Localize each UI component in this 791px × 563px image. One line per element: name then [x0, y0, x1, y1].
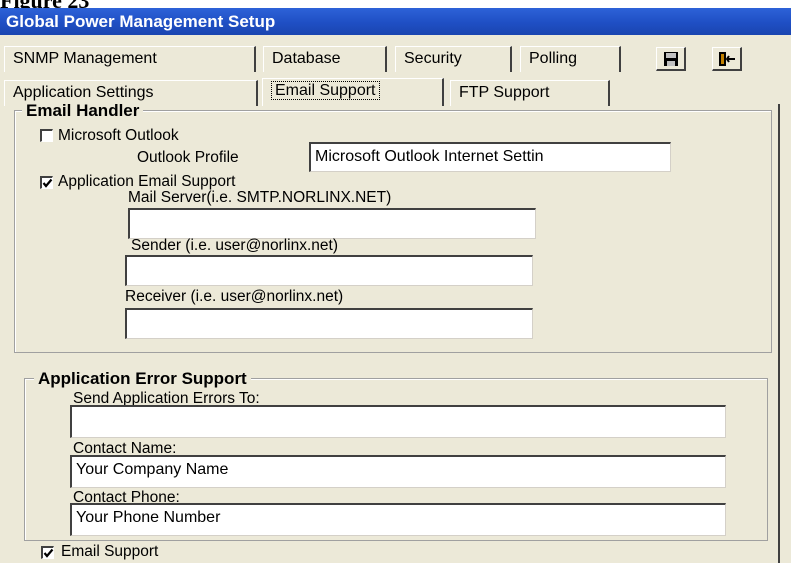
tab-email-support[interactable]: Email Support: [262, 78, 444, 106]
save-icon: [664, 52, 678, 66]
contact-name-field[interactable]: Your Company Name: [70, 455, 726, 488]
email-support-label: Email Support: [61, 543, 159, 560]
outlook-label: Microsoft Outlook: [58, 127, 179, 144]
checkmark-icon: [43, 548, 54, 558]
receiver-label: Receiver (i.e. user@norlinx.net): [125, 288, 344, 305]
app-email-checkbox[interactable]: [40, 176, 53, 189]
panel-edge: [778, 104, 780, 563]
error-support-legend: Application Error Support: [34, 369, 251, 389]
contact-phone-field[interactable]: Your Phone Number: [70, 503, 726, 536]
outlook-profile-label: Outlook Profile: [137, 149, 239, 166]
tab-polling[interactable]: Polling: [520, 46, 621, 72]
receiver-field[interactable]: [125, 308, 533, 339]
email-handler-legend: Email Handler: [22, 101, 144, 121]
outlook-checkbox[interactable]: [40, 129, 53, 142]
mail-server-label: Mail Server(i.e. SMTP.NORLINX.NET): [128, 189, 392, 206]
exit-door-icon: [719, 52, 735, 66]
save-button[interactable]: [656, 47, 686, 71]
outlook-profile-field[interactable]: Microsoft Outlook Internet Settin: [309, 142, 671, 172]
checkmark-icon: [42, 178, 53, 188]
exit-button[interactable]: [712, 47, 742, 71]
tab-snmp-management[interactable]: SNMP Management: [4, 46, 256, 72]
sender-field[interactable]: [125, 255, 533, 286]
send-errors-field[interactable]: [70, 405, 726, 438]
window-title: Global Power Management Setup: [0, 8, 791, 35]
tab-security[interactable]: Security: [395, 46, 512, 72]
tab-ftp-support[interactable]: FTP Support: [450, 80, 610, 106]
email-support-checkbox[interactable]: [41, 546, 54, 559]
sender-label: Sender (i.e. user@norlinx.net): [131, 237, 338, 254]
setup-window: Global Power Management Setup SNMP Manag…: [0, 8, 791, 563]
tab-database[interactable]: Database: [263, 46, 387, 72]
mail-server-field[interactable]: [128, 208, 536, 239]
tab-email-support-label: Email Support: [271, 81, 380, 100]
